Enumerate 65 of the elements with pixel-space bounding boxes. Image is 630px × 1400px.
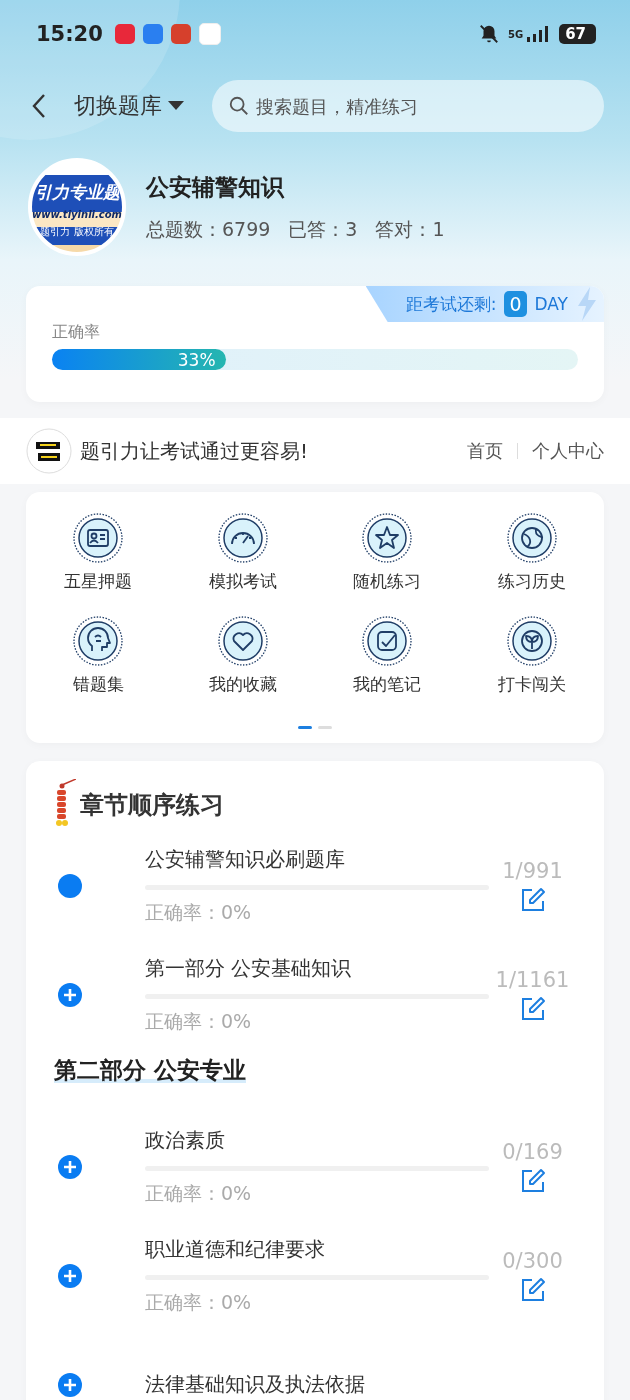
chapter-title[interactable]: 政治素质 bbox=[145, 1126, 489, 1154]
chapter-count: 1/991 bbox=[502, 858, 563, 883]
nav-link[interactable]: 首页 bbox=[467, 439, 503, 463]
edit-icon[interactable] bbox=[519, 1276, 546, 1303]
chapter-count: 1/1161 bbox=[495, 967, 570, 992]
note-icon[interactable] bbox=[361, 615, 414, 667]
accuracy-fill: 33% bbox=[52, 349, 226, 370]
chapter-title[interactable]: 公安辅警知识必刷题库 bbox=[145, 845, 489, 873]
slogan-text: 题引力让考试通过更容易! bbox=[80, 437, 309, 465]
card-icon[interactable] bbox=[72, 512, 125, 564]
chapter-title[interactable]: 职业道德和纪律要求 bbox=[145, 1235, 489, 1263]
section-heading: 第二部分 公安专业 bbox=[54, 1057, 246, 1083]
feature-label[interactable]: 打卡闯关 bbox=[497, 673, 566, 696]
days-count: 0 bbox=[504, 291, 527, 317]
feature-label[interactable]: 模拟考试 bbox=[208, 570, 277, 593]
edit-icon[interactable] bbox=[519, 995, 546, 1022]
globe-icon[interactable] bbox=[505, 512, 558, 564]
chapter-count: 0/300 bbox=[502, 1248, 563, 1273]
nav-link[interactable]: 个人中心 bbox=[532, 439, 604, 463]
bank-title: 公安辅警知识 bbox=[146, 172, 286, 202]
search-input[interactable]: 搜索题目，精准练习 bbox=[254, 94, 588, 118]
search-field[interactable]: 搜索题目，精准练习 bbox=[212, 80, 604, 132]
days-unit: DAY bbox=[534, 294, 568, 314]
app-icon bbox=[198, 23, 221, 45]
status-time: 15:20 bbox=[36, 22, 103, 46]
feature-label[interactable]: 五星押题 bbox=[64, 570, 133, 593]
countdown-label: 距考试还剩: bbox=[405, 292, 497, 316]
feature-label[interactable]: 练习历史 bbox=[497, 570, 566, 593]
chapter-title[interactable]: 法律基础知识及执法依据 bbox=[145, 1371, 489, 1398]
head-icon[interactable] bbox=[72, 615, 125, 667]
stat-text: 总题数：6799 bbox=[146, 216, 271, 242]
accuracy-label: 正确率 bbox=[52, 322, 101, 343]
logo-icon bbox=[26, 428, 72, 474]
lightning-icon bbox=[576, 287, 598, 321]
chapter-title[interactable]: 第一部分 公安基础知识 bbox=[145, 954, 489, 982]
edit-icon[interactable] bbox=[519, 886, 546, 913]
app-icon bbox=[114, 24, 135, 44]
search-icon bbox=[228, 95, 250, 117]
expand-icon[interactable] bbox=[57, 1153, 83, 1180]
gauge-icon[interactable] bbox=[216, 512, 269, 564]
feature-label[interactable]: 随机练习 bbox=[353, 570, 422, 593]
chapter-count: 0/169 bbox=[502, 1139, 563, 1164]
dot-icon[interactable] bbox=[57, 872, 83, 899]
edit-icon[interactable] bbox=[519, 1167, 546, 1194]
feature-label[interactable]: 我的收藏 bbox=[208, 673, 277, 696]
sprout-icon[interactable] bbox=[505, 615, 558, 667]
battery-indicator: 67 bbox=[559, 24, 596, 44]
expand-icon[interactable] bbox=[57, 1262, 83, 1289]
feature-label[interactable]: 错题集 bbox=[72, 673, 124, 696]
chapter-accuracy: 正确率：0% bbox=[145, 1180, 253, 1206]
chapter-accuracy: 正确率：0% bbox=[145, 899, 253, 925]
stat-text: 答对：1 bbox=[375, 216, 445, 242]
feature-label[interactable]: 我的笔记 bbox=[353, 673, 422, 696]
muted-bell-icon bbox=[477, 23, 500, 45]
section-title: 章节顺序练习 bbox=[80, 790, 224, 821]
switch-bank-button[interactable]: 切换题库 bbox=[74, 91, 184, 121]
chapter-accuracy: 正确率：0% bbox=[145, 1289, 253, 1315]
app-icon bbox=[170, 24, 191, 44]
caret-icon[interactable] bbox=[168, 101, 184, 111]
network-label: 5G bbox=[507, 28, 524, 40]
expand-icon[interactable] bbox=[57, 1371, 83, 1398]
app-icon bbox=[142, 24, 163, 44]
chapter-accuracy: 正确率：0% bbox=[145, 1008, 253, 1034]
expand-icon[interactable] bbox=[57, 981, 83, 1008]
stat-text: 已答：3 bbox=[288, 216, 358, 242]
